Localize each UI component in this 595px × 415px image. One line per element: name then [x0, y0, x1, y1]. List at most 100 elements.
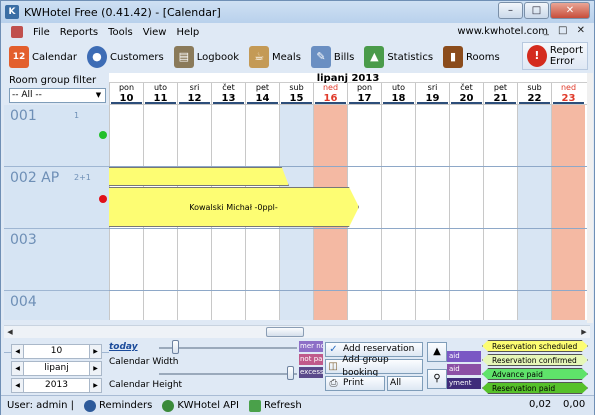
legend-item: Reservation confirmed — [482, 354, 588, 366]
report-error-button[interactable]: ! Report Error — [521, 42, 588, 70]
room-group-filter-select[interactable]: -- All -- ▼ — [9, 88, 106, 103]
minimize-button[interactable]: – — [498, 2, 523, 19]
close-button[interactable]: ✕ — [550, 2, 590, 19]
day-bar — [247, 102, 278, 104]
vertical-scrollbar[interactable] — [587, 73, 593, 323]
spin-left-icon[interactable]: ◀ — [12, 362, 24, 375]
scroll-thumb[interactable] — [266, 327, 304, 337]
checkmark-icon: ✓ — [329, 344, 338, 355]
statistics-icon: ▲ — [364, 46, 385, 68]
menu-view[interactable]: View — [143, 27, 167, 38]
statistics-button[interactable]: ▲ Statistics — [360, 43, 437, 71]
row-divider — [109, 166, 587, 167]
day-bar — [179, 102, 210, 104]
binoculars-icon[interactable]: ▲ — [427, 342, 447, 362]
month-spinner[interactable]: ◀ lipanj ▶ — [11, 361, 102, 376]
calendar-width-label: Calendar Width — [109, 357, 179, 367]
day-bar — [349, 102, 380, 104]
reservation-bar[interactable]: Kowalski Michał -0ppl- — [109, 187, 359, 227]
api-link[interactable]: KWHotel API — [177, 400, 239, 411]
day-column[interactable] — [415, 105, 449, 320]
day-header: sub 22 — [517, 83, 551, 104]
day-spinner[interactable]: ◀ 10 ▶ — [11, 344, 102, 359]
menu-tools[interactable]: Tools — [108, 27, 133, 38]
menu-help[interactable]: Help — [176, 27, 199, 38]
room-capacity: 2+1 — [74, 173, 91, 182]
bills-button[interactable]: ✎ Bills — [307, 43, 358, 71]
day-header: sub 15 — [279, 83, 313, 104]
filter-all-select[interactable]: All — [387, 376, 423, 391]
reminders-link[interactable]: Reminders — [99, 400, 152, 411]
legend-item: Advance paid — [482, 368, 588, 380]
room-row[interactable]: 003 — [4, 229, 109, 291]
customers-button[interactable]: ● Customers — [83, 43, 168, 71]
scroll-right-icon[interactable]: ▶ — [578, 326, 590, 338]
day-bar — [485, 102, 516, 104]
add-group-booking-button[interactable]: ◫ Add group booking — [325, 355, 423, 378]
reservation-bar[interactable] — [109, 167, 289, 186]
day-column[interactable] — [517, 105, 551, 320]
day-header: ned 23 — [551, 83, 585, 104]
customers-icon: ● — [86, 46, 107, 68]
year-value: 2013 — [45, 380, 68, 390]
print-label: Print — [343, 378, 364, 388]
chevron-down-icon: ▼ — [95, 91, 102, 99]
status-bar: yment — [447, 378, 481, 389]
menu-reports[interactable]: Reports — [60, 27, 98, 38]
room-name: 002 AP — [10, 170, 60, 186]
refresh-icon — [248, 399, 261, 412]
api-icon — [162, 399, 175, 412]
height-slider-track[interactable] — [159, 373, 297, 375]
legend-item: Reservation paid — [482, 382, 588, 394]
weekday-label: sub — [289, 83, 304, 92]
weekday-label: čet — [460, 83, 473, 92]
spin-right-icon[interactable]: ▶ — [89, 345, 101, 358]
maximize-button[interactable]: □ — [524, 2, 549, 19]
width-slider-track[interactable] — [159, 347, 297, 349]
room-name: 003 — [10, 232, 37, 248]
menu-file[interactable]: File — [33, 27, 50, 38]
print-button[interactable]: ⎙ Print — [325, 376, 385, 391]
scroll-left-icon[interactable]: ◀ — [4, 326, 16, 338]
width-slider-knob[interactable] — [172, 340, 179, 354]
mdi-controls[interactable]: _ □ ✕ — [544, 25, 588, 36]
room-row[interactable]: 002 AP 2+1 — [4, 167, 109, 229]
day-column[interactable] — [551, 105, 585, 320]
menu-app-icon[interactable] — [11, 26, 23, 38]
spin-left-icon[interactable]: ◀ — [12, 379, 24, 392]
day-value: 10 — [50, 346, 63, 356]
horizontal-scrollbar[interactable]: ◀ ▶ — [4, 325, 590, 338]
weekday-label: uto — [391, 83, 406, 92]
row-divider — [109, 228, 587, 229]
refresh-link[interactable]: Refresh — [264, 400, 302, 411]
meals-label: Meals — [272, 51, 301, 63]
weekday-label: sub — [527, 83, 542, 92]
room-name: 001 — [10, 108, 37, 124]
filter-all-value: All — [390, 378, 402, 388]
room-row[interactable]: 001 1 — [4, 105, 109, 167]
room-capacity: 1 — [74, 111, 80, 120]
spin-right-icon[interactable]: ▶ — [89, 379, 101, 392]
weekday-label: pon — [356, 83, 373, 92]
year-spinner[interactable]: ◀ 2013 ▶ — [11, 378, 102, 393]
logbook-button[interactable]: ▤ Logbook — [170, 43, 243, 71]
spin-left-icon[interactable]: ◀ — [12, 345, 24, 358]
room-group-filter-label: Room group filter — [9, 75, 97, 86]
today-link[interactable]: today — [109, 342, 138, 352]
meals-button[interactable]: ☕ Meals — [245, 43, 305, 71]
website-link[interactable]: www.kwhotel.com — [457, 26, 548, 37]
height-slider-knob[interactable] — [287, 366, 294, 380]
day-column[interactable] — [449, 105, 483, 320]
day-column[interactable] — [483, 105, 517, 320]
spin-right-icon[interactable]: ▶ — [89, 362, 101, 375]
magnifier-icon[interactable]: ⚲ — [427, 369, 447, 389]
day-header: sri 12 — [177, 83, 211, 104]
calendar-button[interactable]: 12 Calendar — [5, 43, 81, 71]
day-column[interactable] — [381, 105, 415, 320]
rooms-button[interactable]: ▮ Rooms — [439, 43, 504, 71]
meals-icon: ☕ — [249, 46, 270, 68]
status-value-1: 0,02 — [529, 399, 552, 410]
calendar-icon: 12 — [9, 46, 29, 68]
app-window: K KWHotel Free (0.41.42) - [Calendar] – … — [0, 0, 595, 415]
logbook-icon: ▤ — [173, 46, 194, 68]
